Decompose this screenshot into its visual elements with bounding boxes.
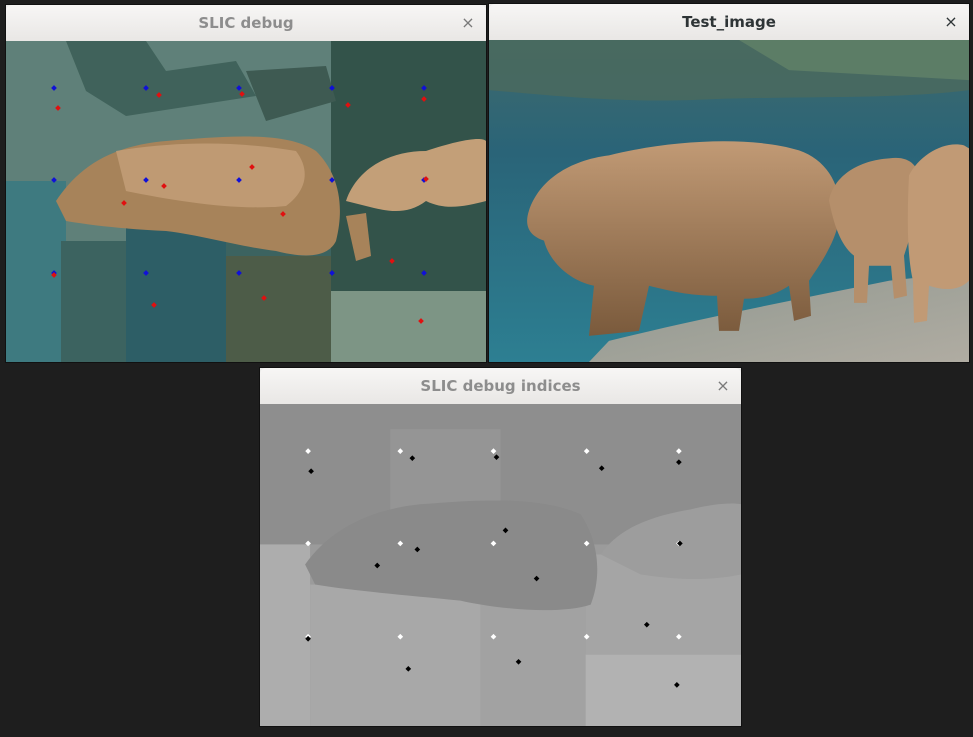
slic-indices-image xyxy=(260,404,741,726)
slic-debug-indices-window: SLIC debug indices × xyxy=(260,368,741,726)
close-icon[interactable]: × xyxy=(713,376,733,396)
window-title: SLIC debug xyxy=(198,14,294,32)
slic-indices-canvas xyxy=(260,404,741,726)
test-image-titlebar[interactable]: Test_image × xyxy=(489,4,969,41)
slic-segmentation-image xyxy=(6,41,486,362)
bears-photo xyxy=(489,40,969,362)
close-icon[interactable]: × xyxy=(458,13,478,33)
slic-debug-window: SLIC debug × xyxy=(6,5,486,362)
slic-debug-canvas xyxy=(6,41,486,362)
window-title: Test_image xyxy=(682,13,776,31)
test-image-window: Test_image × xyxy=(489,4,969,362)
close-icon[interactable]: × xyxy=(941,12,961,32)
window-title: SLIC debug indices xyxy=(420,377,581,395)
slic-debug-indices-titlebar[interactable]: SLIC debug indices × xyxy=(260,368,741,405)
slic-debug-titlebar[interactable]: SLIC debug × xyxy=(6,5,486,42)
test-image-canvas xyxy=(489,40,969,362)
